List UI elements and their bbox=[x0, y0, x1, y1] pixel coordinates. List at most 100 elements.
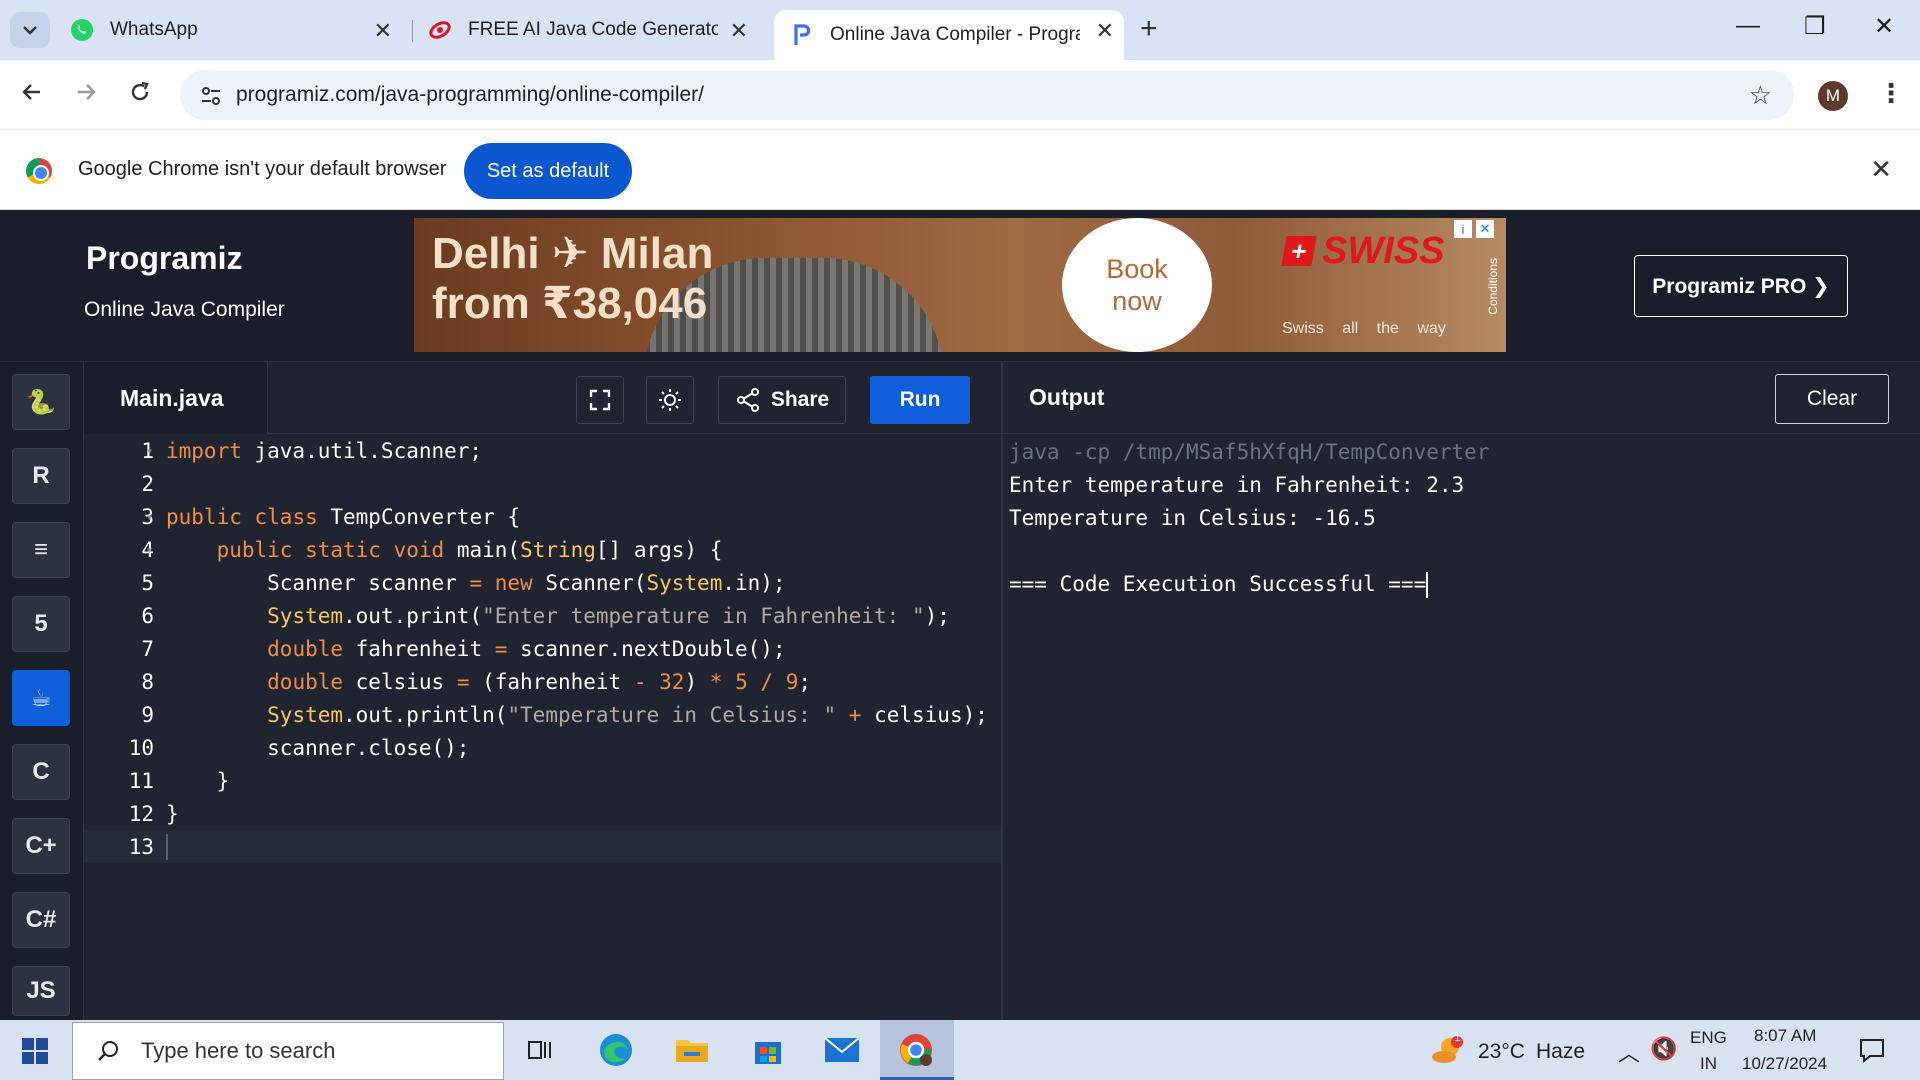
edge-browser-icon[interactable] bbox=[596, 1030, 636, 1070]
output-line: Enter temperature in Fahrenheit: 2.3 bbox=[1009, 473, 1465, 497]
close-tab-icon[interactable]: ✕ bbox=[730, 18, 748, 44]
ad-cta-line: Book bbox=[1106, 254, 1168, 284]
tab-search-button[interactable] bbox=[10, 12, 50, 48]
database-icon[interactable]: ≡ bbox=[12, 522, 70, 578]
clear-button[interactable]: Clear bbox=[1775, 374, 1889, 424]
programiz-pro-button[interactable]: Programiz PRO ❯ bbox=[1634, 255, 1848, 317]
close-infobar-icon[interactable]: ✕ bbox=[1870, 154, 1892, 185]
code-line: 4 ▾ public static void main(String[] args… bbox=[84, 533, 1002, 566]
output-status-text: === Code Execution Successful === bbox=[1009, 572, 1427, 596]
more-menu-icon[interactable]: ⋮ bbox=[1878, 78, 1904, 109]
ad-book-now-button[interactable]: Book now bbox=[1062, 218, 1212, 352]
share-icon bbox=[736, 388, 759, 412]
microsoft-store-icon[interactable] bbox=[748, 1030, 788, 1070]
fullscreen-icon bbox=[589, 389, 611, 411]
taskbar-search-box[interactable]: Type here to search bbox=[72, 1022, 504, 1080]
ad-conditions: Conditions bbox=[1486, 258, 1500, 315]
c-icon[interactable]: C bbox=[12, 744, 70, 800]
windows-start-icon[interactable] bbox=[22, 1038, 48, 1064]
java-icon[interactable]: ☕ bbox=[12, 670, 70, 726]
tab-whatsapp[interactable]: WhatsApp ✕ bbox=[70, 10, 402, 50]
language-indicator-bottom[interactable]: IN bbox=[1700, 1054, 1717, 1074]
restore-button[interactable]: ❐ bbox=[1804, 12, 1826, 41]
code-text: } bbox=[166, 801, 179, 826]
default-browser-infobar: Google Chrome isn't your default browser… bbox=[0, 130, 1920, 210]
notification-icon[interactable] bbox=[1858, 1036, 1886, 1070]
line-number: 3 bbox=[141, 504, 154, 529]
address-bar[interactable]: programiz.com/java-programming/online-co… bbox=[180, 70, 1794, 120]
speaker-muted-icon[interactable]: 🔇 bbox=[1650, 1036, 1677, 1062]
code-text: double fahrenheit = scanner.nextDouble()… bbox=[267, 636, 786, 661]
adchoices-icon[interactable]: i bbox=[1454, 220, 1472, 238]
line-number: 10 bbox=[128, 735, 154, 760]
url-text[interactable]: programiz.com/java-programming/online-co… bbox=[236, 83, 704, 107]
chevron-up-icon[interactable]: ︿ bbox=[1618, 1036, 1640, 1068]
close-window-button[interactable]: ✕ bbox=[1874, 12, 1894, 41]
code-editor[interactable]: 1 ▾ import java.util.Scanner; 2 3 ▾ public… bbox=[84, 434, 1002, 1020]
fold-arrow-icon[interactable]: ▾ bbox=[146, 444, 153, 458]
site-info-icon[interactable] bbox=[198, 83, 224, 109]
infobar-message: Google Chrome isn't your default browser bbox=[78, 158, 447, 180]
reload-icon[interactable] bbox=[128, 80, 152, 111]
line-number: 1 bbox=[141, 438, 154, 463]
code-line: 1 ▾ import java.util.Scanner; bbox=[84, 434, 1002, 467]
python-icon[interactable]: 🐍 bbox=[12, 374, 70, 430]
html5-icon[interactable]: 5 bbox=[12, 596, 70, 652]
run-button[interactable]: Run bbox=[870, 376, 970, 424]
windows-taskbar: Type here to search 1 23°C Haze ︿ 🔇 ENG … bbox=[0, 1020, 1920, 1080]
code-line: 12 } bbox=[84, 797, 1002, 830]
profile-avatar[interactable]: M bbox=[1818, 81, 1848, 111]
back-icon[interactable] bbox=[20, 80, 44, 111]
clock-date[interactable]: 10/27/2024 bbox=[1742, 1054, 1827, 1074]
file-explorer-icon[interactable] bbox=[672, 1030, 712, 1070]
close-tab-icon[interactable]: ✕ bbox=[1096, 18, 1114, 44]
advertisement-banner[interactable]: Delhi ✈ Milan from ₹38,046 Book now + SWI… bbox=[414, 218, 1506, 352]
weather-icon[interactable] bbox=[1428, 1030, 1468, 1070]
chrome-taskbar-icon[interactable] bbox=[896, 1030, 936, 1070]
minimize-button[interactable]: — bbox=[1736, 12, 1760, 40]
bookmark-star-icon[interactable]: ☆ bbox=[1749, 80, 1772, 111]
ad-brand-logo: + SWISS bbox=[1281, 228, 1464, 274]
language-indicator-top[interactable]: ENG bbox=[1690, 1028, 1727, 1048]
cplusplus-icon[interactable]: C+ bbox=[12, 818, 70, 874]
new-tab-button[interactable]: + bbox=[1140, 12, 1158, 46]
search-icon bbox=[95, 1038, 121, 1064]
output-line: Temperature in Celsius: -16.5 bbox=[1009, 506, 1376, 530]
close-tab-icon[interactable]: ✕ bbox=[374, 18, 392, 44]
file-tab-main-java[interactable]: Main.java bbox=[84, 362, 268, 434]
output-header: Output Clear bbox=[1003, 362, 1920, 434]
line-number: 5 bbox=[141, 570, 154, 595]
ad-choices[interactable]: i ✕ bbox=[1454, 220, 1494, 238]
language-sidebar: 🐍 R ≡ 5 ☕ C C+ C# JS bbox=[0, 362, 84, 1020]
line-number: 11 bbox=[128, 768, 154, 793]
code-text: scanner.close(); bbox=[166, 735, 470, 760]
csharp-icon[interactable]: C# bbox=[12, 892, 70, 948]
javascript-icon[interactable]: JS bbox=[12, 966, 70, 1016]
ad-tagline: Swiss all the way bbox=[1282, 320, 1446, 337]
set-as-default-button[interactable]: Set as default bbox=[464, 143, 632, 199]
tab-ai-code-generator[interactable]: FREE AI Java Code Generator: G ✕ bbox=[428, 10, 758, 50]
tab-online-java-compiler[interactable]: Online Java Compiler - Program ✕ bbox=[774, 10, 1124, 60]
swiss-cross-icon: + bbox=[1281, 236, 1317, 266]
code-text: } bbox=[166, 768, 230, 793]
task-view-icon[interactable] bbox=[520, 1030, 560, 1070]
clock-time[interactable]: 8:07 AM bbox=[1754, 1026, 1816, 1046]
weather-badge: 1 bbox=[1454, 1030, 1461, 1044]
line-number: 4 bbox=[141, 537, 154, 562]
share-label: Share bbox=[770, 388, 830, 411]
theme-toggle-button[interactable] bbox=[646, 376, 694, 424]
fold-arrow-icon[interactable]: ▾ bbox=[146, 543, 153, 557]
weather-description[interactable]: Haze bbox=[1536, 1040, 1585, 1064]
mail-icon[interactable] bbox=[822, 1030, 862, 1070]
fold-arrow-icon[interactable]: ▾ bbox=[146, 510, 153, 524]
code-line: 7 double fahrenheit = scanner.nextDouble… bbox=[84, 632, 1002, 665]
output-console[interactable]: java -cp /tmp/MSaf5hXfqH/TempConverter E… bbox=[1003, 434, 1920, 1020]
code-text: Scanner scanner = new Scanner(System.in)… bbox=[166, 570, 786, 595]
fullscreen-button[interactable] bbox=[576, 376, 624, 424]
forward-icon[interactable] bbox=[74, 80, 98, 111]
share-button[interactable]: Share bbox=[718, 376, 846, 424]
weather-temperature[interactable]: 23°C bbox=[1478, 1040, 1525, 1064]
r-language-icon[interactable]: R bbox=[12, 448, 70, 504]
close-ad-icon[interactable]: ✕ bbox=[1476, 220, 1494, 238]
programiz-logo[interactable]: Programiz bbox=[86, 240, 242, 277]
